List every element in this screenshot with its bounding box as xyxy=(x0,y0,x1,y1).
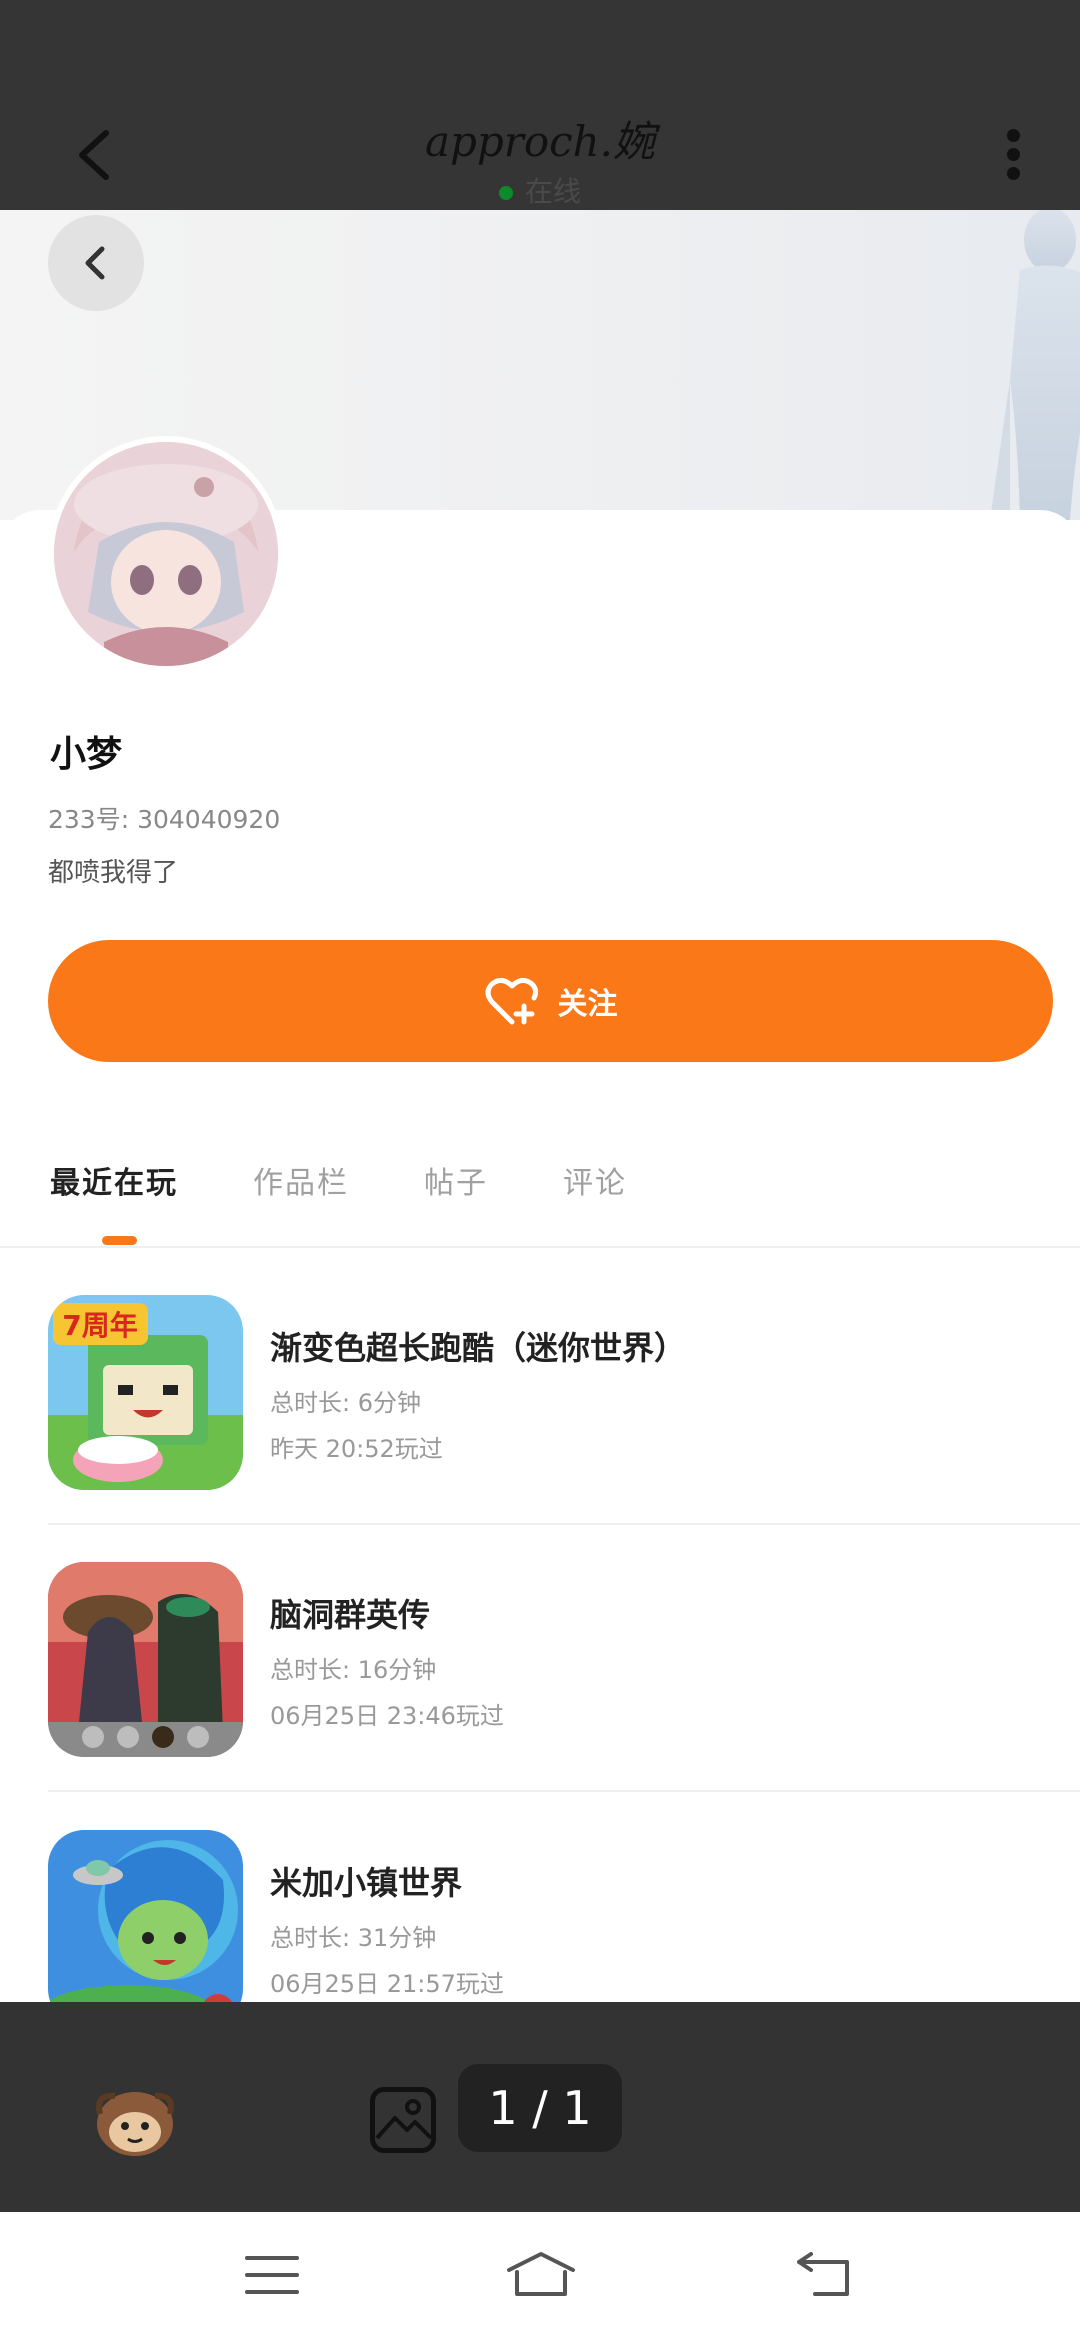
profile-bio: 都喷我得了 xyxy=(48,858,179,888)
banner-figure-image xyxy=(980,210,1080,520)
game-icon-badge: 7周年 xyxy=(62,1309,137,1342)
tab-indicator xyxy=(102,1236,137,1245)
game-title: 脑洞群英传 xyxy=(270,1596,431,1634)
more-vertical-icon[interactable] xyxy=(1000,125,1030,185)
game-icon: 7周年 xyxy=(48,1295,243,1490)
divider xyxy=(48,1790,1080,1792)
game-last-played: 昨天 20:52玩过 xyxy=(270,1435,443,1463)
chat-header: approch.婉 在线 xyxy=(0,0,1080,210)
return-icon[interactable] xyxy=(795,2250,865,2300)
heart-plus-icon xyxy=(485,978,538,1025)
game-title: 渐变色超长跑酷（迷你世界） xyxy=(270,1329,687,1367)
online-status: 在线 xyxy=(0,170,1080,210)
screen: approch.婉 在线 小梦 233号: 304040920 都喷我得了 关注… xyxy=(0,0,1080,2340)
profile-screenshot: 小梦 233号: 304040920 都喷我得了 关注 最近在玩 作品栏 帖子 … xyxy=(0,210,1080,2002)
game-duration: 总时长: 16分钟 xyxy=(270,1656,437,1684)
divider xyxy=(0,1246,1080,1248)
image-icon[interactable] xyxy=(370,2087,436,2153)
game-last-played: 06月25日 23:46玩过 xyxy=(270,1702,504,1730)
profile-tabs: 最近在玩 作品栏 帖子 评论 xyxy=(50,1158,702,1208)
image-counter: 1 / 1 xyxy=(458,2064,622,2152)
game-icon xyxy=(48,1562,243,1757)
game-item[interactable]: 米加小镇世界 总时长: 31分钟 06月25日 21:57玩过 xyxy=(48,1830,1080,2002)
game-duration: 总时长: 6分钟 xyxy=(270,1389,421,1417)
chat-title: approch.婉 xyxy=(424,117,656,166)
system-navigation-bar xyxy=(0,2212,1080,2340)
profile-uid: 233号: 304040920 xyxy=(48,805,281,834)
viewer-bottom-bar: 1 / 1 xyxy=(0,2002,1080,2212)
game-icon xyxy=(48,1830,243,2002)
online-status-label: 在线 xyxy=(524,175,581,208)
chevron-left-icon xyxy=(85,246,105,280)
game-item[interactable]: 脑洞群英传 总时长: 16分钟 06月25日 23:46玩过 xyxy=(48,1562,1080,1757)
game-title: 米加小镇世界 xyxy=(270,1864,463,1902)
profile-name: 小梦 xyxy=(50,734,123,775)
game-item[interactable]: 7周年 渐变色超长跑酷（迷你世界） 总时长: 6分钟 昨天 20:52玩过 xyxy=(48,1295,1080,1490)
follow-button[interactable]: 关注 xyxy=(48,940,1053,1062)
game-duration: 总时长: 31分钟 xyxy=(270,1924,437,1952)
follow-label: 关注 xyxy=(557,987,618,1022)
online-dot-icon xyxy=(498,186,513,200)
profile-card xyxy=(0,510,1080,2002)
tab-comments[interactable]: 评论 xyxy=(563,1158,627,1208)
menu-icon[interactable] xyxy=(245,2250,315,2300)
tab-works[interactable]: 作品栏 xyxy=(253,1158,349,1208)
sticker-icon[interactable] xyxy=(90,2084,180,2160)
tab-recent[interactable]: 最近在玩 xyxy=(50,1158,178,1208)
divider xyxy=(48,1523,1080,1525)
avatar[interactable] xyxy=(48,436,284,672)
tab-posts[interactable]: 帖子 xyxy=(424,1158,488,1208)
profile-back-button[interactable] xyxy=(48,215,144,311)
game-last-played: 06月25日 21:57玩过 xyxy=(270,1970,504,1998)
home-icon[interactable] xyxy=(505,2250,575,2300)
